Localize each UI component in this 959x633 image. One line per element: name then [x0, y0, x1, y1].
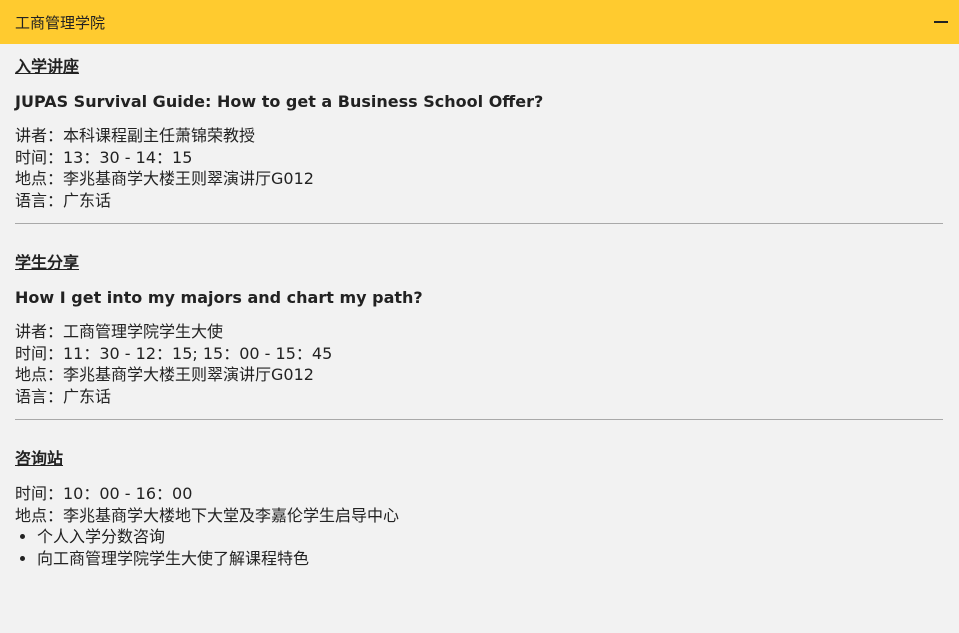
time-text: 时间：10：00 - 16：00: [15, 484, 193, 503]
section-admission-talk: 入学讲座 JUPAS Survival Guide: How to get a …: [15, 56, 943, 223]
speaker-text: 讲者：本科课程副主任萧锦荣教授: [15, 126, 256, 145]
language-text: 语言：广东话: [15, 386, 112, 406]
speaker-text: 讲者：工商管理学院学生大使: [15, 322, 224, 341]
list-item: 个人入学分数咨询: [37, 526, 943, 548]
section-student-sharing: 学生分享 How I get into my majors and chart …: [15, 252, 943, 419]
section-title: 咨询站: [15, 449, 64, 468]
section-title: 入学讲座: [15, 57, 80, 76]
list-item: 向工商管理学院学生大使了解课程特色: [37, 548, 943, 570]
language-text: 语言：广东话: [15, 190, 112, 210]
section-consultation-booth: 咨询站 时间：10：00 - 16：00 地点：李兆基商学大楼地下大堂及李嘉伦学…: [15, 448, 943, 581]
talk-title: JUPAS Survival Guide: How to get a Busin…: [15, 92, 544, 111]
minus-icon[interactable]: [934, 15, 948, 29]
accordion-header[interactable]: 工商管理学院: [0, 0, 959, 44]
time-text: 时间：13：30 - 14：15: [15, 147, 193, 167]
accordion-content: 入学讲座 JUPAS Survival Guide: How to get a …: [0, 44, 959, 581]
bullet-list: 个人入学分数咨询 向工商管理学院学生大使了解课程特色: [15, 526, 943, 569]
venue-text: 地点：李兆基商学大楼地下大堂及李嘉伦学生启导中心: [15, 505, 400, 525]
venue-text: 地点：李兆基商学大楼王则翠演讲厅G012: [15, 169, 314, 188]
accordion-title: 工商管理学院: [15, 13, 106, 32]
section-title: 学生分享: [15, 253, 80, 272]
time-text: 时间：11：30 - 12：15; 15：00 - 15：45: [15, 343, 333, 363]
venue-text: 地点：李兆基商学大楼王则翠演讲厅G012: [15, 365, 314, 384]
talk-title: How I get into my majors and chart my pa…: [15, 288, 423, 307]
